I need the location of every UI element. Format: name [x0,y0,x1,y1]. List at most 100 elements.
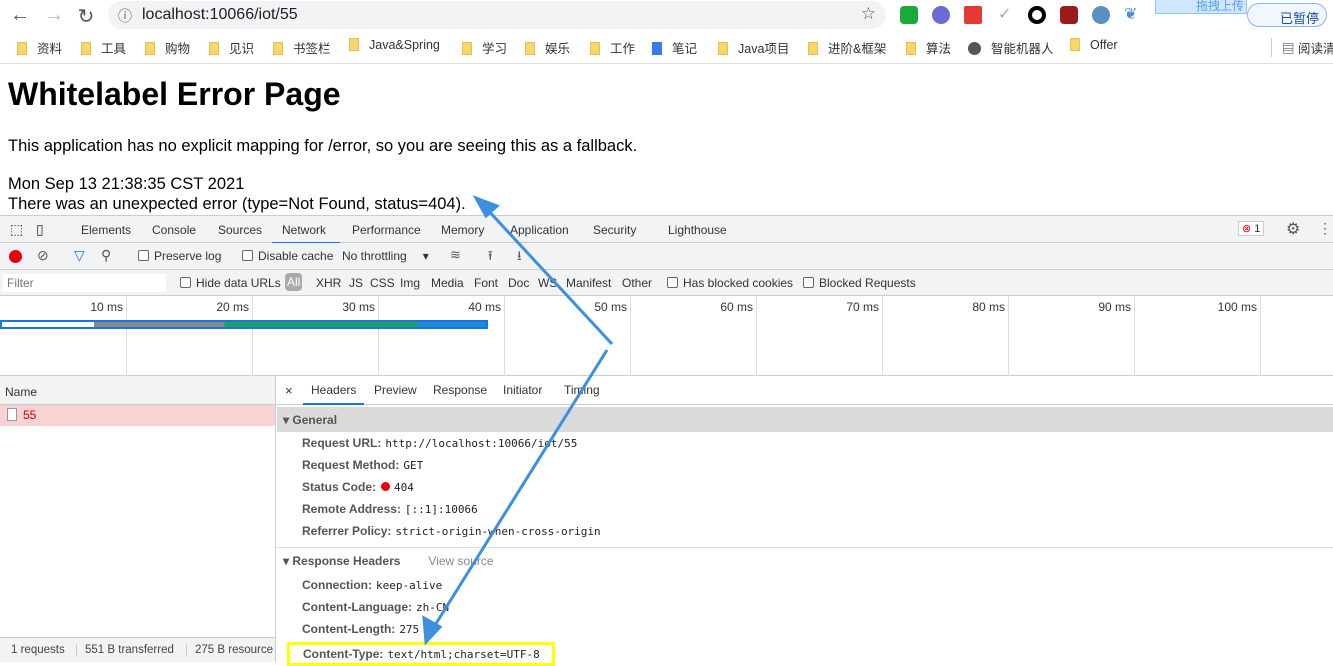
type-filter-img[interactable]: Img [400,276,420,290]
bookmark-folder[interactable]: 购物 [145,38,190,57]
error-count-badge[interactable]: ⊗ 1 [1238,221,1265,236]
tab-elements[interactable]: Elements [81,223,131,237]
extension-icon[interactable] [964,6,982,24]
type-filter-all[interactable]: All [285,273,303,291]
request-row[interactable]: 55 [0,405,275,426]
type-filter-doc[interactable]: Doc [508,276,529,290]
highlighted-header-row: Content-Type: text/html;charset=UTF-8 [287,642,555,666]
search-icon[interactable]: ⚲ [101,247,111,264]
clear-icon[interactable]: ⊘ [37,247,49,264]
tab-lighthouse[interactable]: Lighthouse [668,223,727,237]
browser-toolbar: ← → ↻ ⓘ localhost:10066/iot/55 ☆ ✓ ❦ 拖拽上… [0,0,1333,64]
tab-application[interactable]: Application [510,223,569,237]
bookmark-folder[interactable]: 算法 [906,38,951,57]
bookmark-folder[interactable]: 工作 [590,38,635,57]
type-filter-xhr[interactable]: XHR [316,276,341,290]
throttling-select[interactable]: No throttling ▾ [342,249,429,263]
tab-network[interactable]: Network [272,223,340,244]
timeline-tick-label: 20 ms [216,300,249,314]
url-text[interactable]: localhost:10066/iot/55 [142,6,298,24]
tab-preview[interactable]: Preview [374,383,417,397]
tab-headers[interactable]: Headers [303,383,365,405]
filter-icon[interactable]: ▽ [74,247,85,264]
view-source-link[interactable]: View source [428,554,493,568]
bookmark-folder[interactable]: 书签栏 [273,38,331,57]
bookmark-folder[interactable]: Java&Spring [349,38,440,52]
extension-icon[interactable] [932,6,950,24]
bookmark-folder[interactable]: Java项目 [718,38,789,57]
check-icon[interactable]: ✓ [998,4,1011,24]
bookmark-link[interactable]: 笔记 [652,38,697,57]
page-title: Whitelabel Error Page [8,76,341,112]
address-bar[interactable]: ⓘ localhost:10066/iot/55 ☆ [108,1,886,29]
export-icon[interactable]: ⭳ [517,247,522,269]
timeline-tick-label: 70 ms [846,300,879,314]
checkbox-box [667,277,678,288]
network-conditions-icon[interactable]: ≋ [450,247,461,263]
type-filter-font[interactable]: Font [474,276,498,290]
preserve-log-checkbox[interactable]: Preserve log [138,249,221,263]
bookmark-folder[interactable]: 工具 [81,38,126,57]
extension-icon[interactable] [1028,6,1046,24]
gear-icon[interactable]: ⚙ [1286,219,1300,239]
profile-button[interactable]: 已暂停 [1247,3,1327,27]
timeline-tick-label: 40 ms [468,300,501,314]
bookmark-folder[interactable]: 娱乐 [525,38,570,57]
bookmark-folder[interactable]: 资料 [17,38,62,57]
timeline-gridline [1134,296,1135,376]
folder-icon [808,42,818,55]
more-icon[interactable]: ⋮ [1318,220,1332,237]
star-icon[interactable]: ☆ [861,4,876,24]
has-blocked-cookies-checkbox[interactable]: Has blocked cookies [667,276,793,290]
network-timeline[interactable]: 10 ms 20 ms 30 ms 40 ms 50 ms 60 ms 70 ms 80 ms… [0,296,1333,376]
folder-icon [906,42,916,55]
tab-console[interactable]: Console [152,223,196,237]
general-section-header[interactable]: ▾ General [277,407,1333,432]
type-filter-other[interactable]: Other [622,276,652,290]
error-timestamp: Mon Sep 13 21:38:35 CST 2021 [8,175,245,193]
ublock-icon[interactable] [1060,6,1078,24]
type-filter-css[interactable]: CSS [370,276,395,290]
bookmark-folder[interactable]: 学习 [462,38,507,57]
header-row: Content-Length: 275 [302,622,420,636]
back-icon[interactable]: ← [8,4,32,27]
type-filter-js[interactable]: JS [349,276,363,290]
timeline-tick-label: 100 ms [1217,300,1257,314]
hide-data-urls-checkbox[interactable]: Hide data URLs [180,276,281,290]
tab-timing[interactable]: Timing [564,383,600,397]
header-row: Remote Address: [::1]:10066 [302,502,478,516]
bookmark-folder[interactable]: 见识 [209,38,254,57]
type-filter-ws[interactable]: WS [538,276,557,290]
tab-initiator[interactable]: Initiator [503,383,542,397]
forward-icon[interactable]: → [42,4,66,27]
leaf-icon[interactable]: ❦ [1124,4,1137,24]
bookmark-folder[interactable]: 进阶&框架 [808,38,886,57]
tab-performance[interactable]: Performance [352,223,421,237]
device-toolbar-icon[interactable]: ▯ [36,221,44,238]
disable-cache-checkbox[interactable]: Disable cache [242,249,333,263]
timeline-gridline [882,296,883,376]
filter-input[interactable] [3,274,166,292]
extension-icon[interactable] [1092,6,1110,24]
name-column-header[interactable]: Name [0,376,275,405]
tab-sources[interactable]: Sources [218,223,262,237]
reading-list[interactable]: ▤ 阅读清 [1271,38,1333,57]
tab-security[interactable]: Security [593,223,636,237]
request-waterfall-bar[interactable] [0,320,488,329]
reload-icon[interactable]: ↻ [74,4,98,29]
type-filter-media[interactable]: Media [431,276,464,290]
bookmarks-bar: 资料 工具 购物 见识 书签栏 Java&Spring 学习 娱乐 工作 笔记 … [0,36,1333,58]
inspect-icon[interactable]: ⬚ [10,221,23,238]
type-filter-manifest[interactable]: Manifest [566,276,611,290]
blocked-requests-checkbox[interactable]: Blocked Requests [803,276,916,290]
tab-response[interactable]: Response [433,383,487,397]
import-icon[interactable]: ⭱ [488,247,493,269]
bookmark-link[interactable]: 智能机器人 [968,38,1054,57]
bookmark-folder[interactable]: Offer [1070,38,1118,52]
response-headers-section-header[interactable]: ▾ Response Headers View source [283,554,494,568]
extension-icon[interactable] [900,6,918,24]
close-icon[interactable]: × [285,383,293,398]
record-icon[interactable] [9,250,22,263]
tab-memory[interactable]: Memory [441,223,484,237]
note-icon [652,42,662,55]
